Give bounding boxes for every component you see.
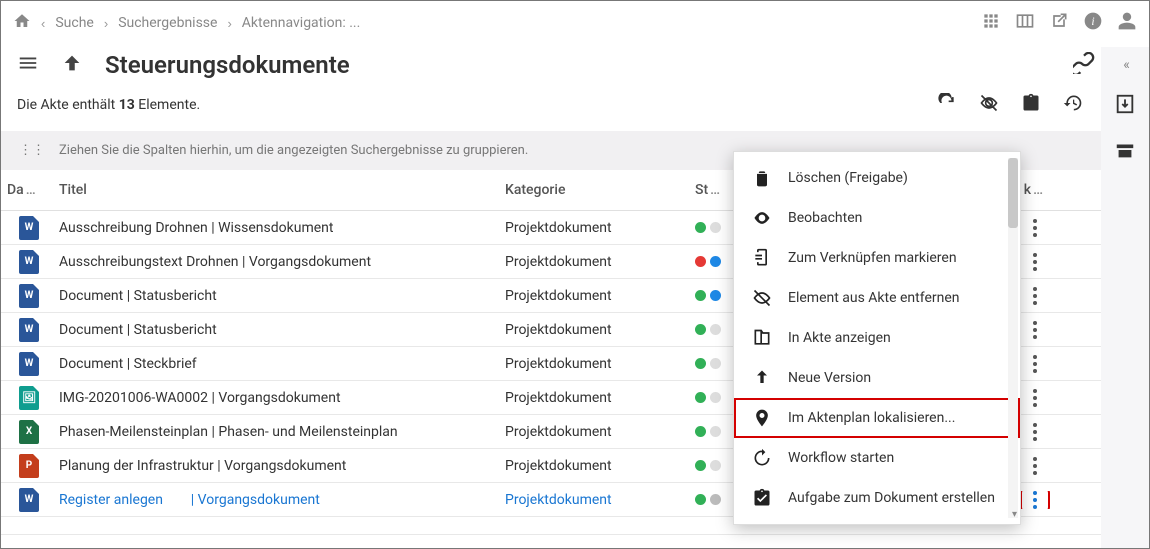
breadcrumb-item[interactable]: Aktennavigation: ...: [242, 15, 361, 31]
word-file-icon: [19, 318, 39, 342]
image-file-icon: [19, 386, 39, 410]
cell-title: Ausschreibungstext Drohnen | Vorgangsdok…: [53, 254, 499, 270]
row-menu-button[interactable]: [1025, 253, 1045, 271]
powerpoint-file-icon: [19, 454, 39, 478]
row-menu-button[interactable]: [1025, 287, 1045, 305]
svg-text:i: i: [1091, 15, 1094, 28]
word-file-icon: [19, 352, 39, 376]
info-icon[interactable]: i: [1083, 11, 1103, 35]
menu-mark-link[interactable]: Zum Verknüpfen markieren: [734, 238, 1020, 278]
up-icon[interactable]: [61, 52, 83, 78]
cell-title: Document | Statusbericht: [53, 288, 499, 304]
word-file-icon: [19, 250, 39, 274]
cell-kategorie: Projektdokument: [499, 390, 689, 406]
cell-kategorie: Projektdokument: [499, 492, 689, 508]
excel-file-icon: [19, 420, 39, 444]
archive-icon[interactable]: [1114, 139, 1136, 165]
chevron-right-icon: ›: [227, 16, 231, 31]
row-menu-button[interactable]: [1025, 457, 1045, 475]
word-file-icon: [19, 488, 39, 512]
right-rail: «: [1101, 47, 1149, 548]
chevron-right-icon: ›: [104, 16, 108, 31]
menu-icon[interactable]: [17, 52, 39, 78]
apps-icon[interactable]: [981, 11, 1001, 35]
scroll-down-icon[interactable]: ▾: [1012, 509, 1017, 520]
cell-title: Document | Steckbrief: [53, 356, 499, 372]
word-file-icon: [19, 216, 39, 240]
col-da[interactable]: Da: [1, 178, 53, 202]
hide-icon[interactable]: [979, 93, 999, 117]
drag-icon: ⋮⋮: [19, 143, 45, 158]
col-titel[interactable]: Titel: [53, 178, 499, 202]
popout-icon[interactable]: [1049, 11, 1069, 35]
menu-new-version[interactable]: Neue Version: [734, 358, 1020, 398]
col-kategorie[interactable]: Kategorie: [499, 178, 689, 202]
menu-remove-from-file[interactable]: Element aus Akte entfernen: [734, 278, 1020, 318]
refresh-icon[interactable]: [937, 93, 957, 117]
cell-title: Planung der Infrastruktur | Vorgangsdoku…: [53, 458, 499, 474]
cell-kategorie: Projektdokument: [499, 356, 689, 372]
cell-kategorie: Projektdokument: [499, 322, 689, 338]
collapse-icon[interactable]: «: [1123, 57, 1127, 73]
home-icon[interactable]: [13, 12, 31, 34]
menu-show-in-file[interactable]: In Akte anzeigen: [734, 318, 1020, 358]
cell-title: Register anlegen | Vorgangsdokument: [53, 492, 499, 508]
scroll-thumb[interactable]: [1008, 158, 1018, 228]
cell-kategorie: Projektdokument: [499, 254, 689, 270]
row-menu-button[interactable]: [1025, 355, 1045, 373]
columns-icon[interactable]: [1015, 11, 1035, 35]
cell-kategorie: Projektdokument: [499, 288, 689, 304]
row-menu-button[interactable]: [1025, 219, 1045, 237]
record-count: Die Akte enthält 13 Elemente.: [17, 97, 200, 113]
user-icon[interactable]: [1117, 11, 1137, 35]
breadcrumb: ‹ Suche › Suchergebnisse › Aktennavigati…: [13, 12, 360, 34]
chevron-left-icon[interactable]: ‹: [41, 16, 45, 31]
menu-create-task[interactable]: Aufgabe zum Dokument erstellen: [734, 478, 1020, 518]
link-icon[interactable]: [1073, 52, 1095, 78]
import-icon[interactable]: [1114, 93, 1136, 119]
page-title: Steuerungsdokumente: [105, 51, 350, 79]
history-icon[interactable]: [1063, 93, 1083, 117]
row-menu-button[interactable]: [1025, 423, 1045, 441]
breadcrumb-item[interactable]: Suche: [55, 15, 94, 31]
cell-title: IMG-20201006-WA0002 | Vorgangsdokument: [53, 390, 499, 406]
word-file-icon: [19, 284, 39, 308]
cell-title: Phasen-Meilensteinplan | Phasen- und Mei…: [53, 424, 499, 440]
row-menu-button[interactable]: [1025, 491, 1045, 509]
menu-locate-in-fileplan[interactable]: Im Aktenplan lokalisieren...: [734, 398, 1020, 438]
menu-delete[interactable]: Löschen (Freigabe): [734, 158, 1020, 198]
menu-watch[interactable]: Beobachten: [734, 198, 1020, 238]
row-menu-button[interactable]: [1025, 389, 1045, 407]
cell-kategorie: Projektdokument: [499, 220, 689, 236]
cell-kategorie: Projektdokument: [499, 424, 689, 440]
cell-title: Ausschreibung Drohnen | Wissensdokument: [53, 220, 499, 236]
cell-title: Document | Statusbericht: [53, 322, 499, 338]
menu-workflow[interactable]: Workflow starten: [734, 438, 1020, 478]
breadcrumb-item[interactable]: Suchergebnisse: [118, 15, 217, 31]
context-menu: Löschen (Freigabe) Beobachten Zum Verknü…: [733, 151, 1021, 525]
cell-kategorie: Projektdokument: [499, 458, 689, 474]
paste-icon[interactable]: [1021, 93, 1041, 117]
row-menu-button[interactable]: [1025, 321, 1045, 339]
